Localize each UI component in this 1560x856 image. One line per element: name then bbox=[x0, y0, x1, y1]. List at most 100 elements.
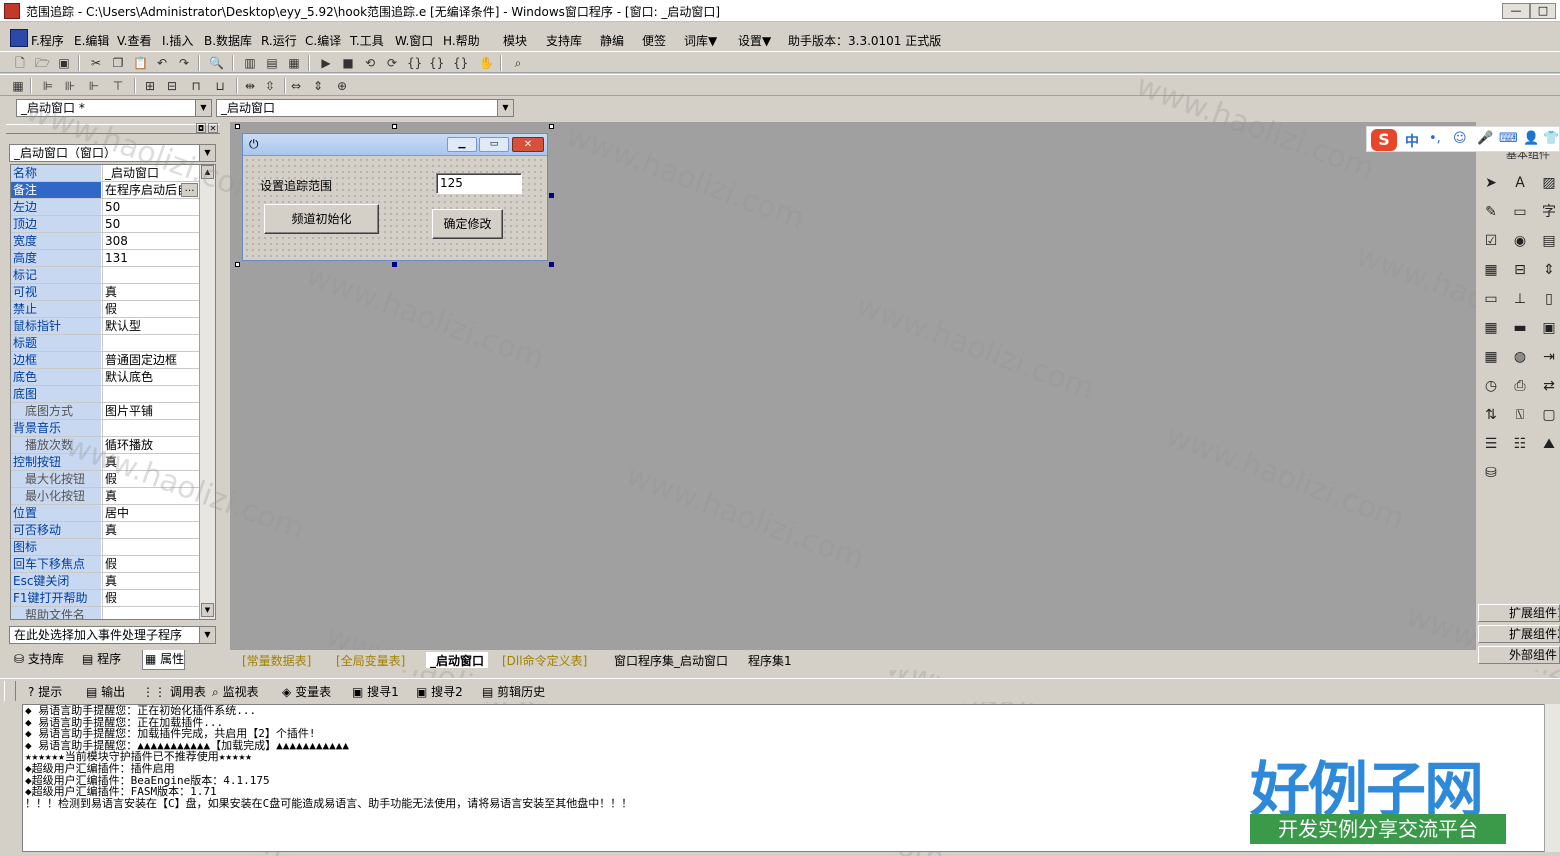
menu-notes[interactable]: 便签 bbox=[642, 32, 666, 49]
center-h-icon[interactable]: ⇔ bbox=[288, 78, 304, 94]
tab-watch[interactable]: ⌕ 监视表 bbox=[212, 683, 259, 700]
resize-handle[interactable] bbox=[549, 124, 554, 129]
globe-icon[interactable]: ◍ bbox=[1509, 347, 1531, 367]
tab-window-assembly[interactable]: 窗口程序集_启动窗口 bbox=[614, 652, 728, 668]
step4-icon[interactable]: {} bbox=[428, 55, 444, 71]
property-row[interactable]: 鼠标指针 默认型 bbox=[11, 318, 199, 335]
property-value[interactable]: 真 bbox=[102, 284, 199, 300]
property-value[interactable]: 假 bbox=[102, 590, 199, 606]
frame-icon[interactable]: ▭ bbox=[1509, 202, 1531, 222]
property-value[interactable]: 循环播放 bbox=[102, 437, 199, 453]
align-right-icon[interactable]: ⊩ bbox=[86, 78, 102, 94]
property-value[interactable]: 真 bbox=[102, 488, 199, 504]
emoji-icon[interactable]: ☺ bbox=[1453, 131, 1467, 146]
property-row[interactable]: 名称 _启动窗口 bbox=[11, 165, 199, 182]
step3-icon[interactable]: {} bbox=[406, 55, 422, 71]
resize-handle[interactable] bbox=[549, 193, 554, 198]
external-components-button[interactable]: 外部组件 bbox=[1478, 646, 1560, 664]
property-value[interactable] bbox=[102, 539, 199, 555]
odbc-icon[interactable]: ⛁ bbox=[1480, 463, 1502, 483]
ext-components-2-button[interactable]: 扩展组件2 bbox=[1478, 625, 1560, 643]
property-value[interactable]: 居中 bbox=[102, 505, 199, 521]
property-row[interactable]: 边框 普通固定边框 bbox=[11, 352, 199, 369]
property-row[interactable]: 标题 bbox=[11, 335, 199, 352]
tab-search-2[interactable]: ▣ 搜寻2 bbox=[416, 683, 463, 700]
save-icon[interactable]: ▣ bbox=[56, 55, 72, 71]
resize-handle[interactable] bbox=[235, 124, 240, 129]
property-value[interactable]: 50 bbox=[102, 216, 199, 232]
stack-icon[interactable]: ☷ bbox=[1509, 434, 1531, 454]
menu-tools[interactable]: T.工具 bbox=[350, 32, 384, 49]
stop-icon[interactable]: ■ bbox=[340, 55, 356, 71]
label-icon[interactable]: A bbox=[1509, 173, 1531, 193]
menu-database[interactable]: B.数据库 bbox=[204, 32, 252, 49]
step1-icon[interactable]: ⟲ bbox=[362, 55, 378, 71]
align-middle-icon[interactable]: ⊞ bbox=[142, 78, 158, 94]
radio-icon[interactable]: ◉ bbox=[1509, 231, 1531, 251]
property-row[interactable]: 图标 bbox=[11, 539, 199, 556]
step5-icon[interactable]: {} bbox=[452, 55, 468, 71]
property-row[interactable]: 底图 bbox=[11, 386, 199, 403]
align-bottom-icon[interactable]: ⊟ bbox=[164, 78, 180, 94]
menu-module[interactable]: 模块 bbox=[503, 32, 527, 49]
event-combo[interactable]: 在此处选择加入事件处理子程序 ▼ bbox=[9, 626, 216, 644]
property-row[interactable]: 禁止假 bbox=[11, 301, 199, 318]
chevron-down-icon[interactable]: ▼ bbox=[199, 145, 215, 161]
property-row[interactable]: Esc键关闭真 bbox=[11, 573, 199, 590]
binoculars-icon[interactable]: ⌕ bbox=[510, 55, 526, 71]
form-minimize-button[interactable]: ▁ bbox=[447, 137, 477, 152]
copy-icon[interactable]: ❐ bbox=[110, 55, 126, 71]
same-width-icon[interactable]: ⊓ bbox=[188, 78, 204, 94]
tabs-icon[interactable]: ⊟ bbox=[1509, 260, 1531, 280]
open-folder-icon[interactable]: 🗁 bbox=[34, 55, 50, 71]
property-row[interactable]: 顶边 50 bbox=[11, 216, 199, 233]
window-icon[interactable]: ▢ bbox=[1538, 405, 1560, 425]
property-row[interactable]: 标记 bbox=[11, 267, 199, 284]
space-v-icon[interactable]: ⇳ bbox=[262, 78, 278, 94]
property-row[interactable]: 回车下移焦点假 bbox=[11, 556, 199, 573]
panel-icon[interactable]: ▯ bbox=[1538, 289, 1560, 309]
property-row[interactable]: 宽度 308 bbox=[11, 233, 199, 250]
ext-components-1-button[interactable]: 扩展组件1 bbox=[1478, 604, 1560, 622]
sogou-logo-icon[interactable]: S bbox=[1371, 129, 1397, 151]
layout1-icon[interactable]: ▥ bbox=[242, 55, 258, 71]
property-row[interactable]: 播放次数 循环播放 bbox=[11, 437, 199, 454]
space-h-icon[interactable]: ⇹ bbox=[242, 78, 258, 94]
tab-search-1[interactable]: ▣ 搜寻1 bbox=[352, 683, 399, 700]
form-close-button[interactable]: ✕ bbox=[512, 137, 544, 152]
punctuation-icon[interactable]: •, bbox=[1429, 131, 1441, 146]
property-row[interactable]: F1键打开帮助假 bbox=[11, 590, 199, 607]
property-value[interactable] bbox=[102, 335, 199, 351]
timer-icon[interactable]: ◷ bbox=[1480, 376, 1502, 396]
property-value[interactable]: _启动窗口 bbox=[102, 165, 199, 181]
chevron-down-icon[interactable]: ▼ bbox=[199, 627, 215, 643]
undo-icon[interactable]: ↶ bbox=[154, 55, 170, 71]
property-row[interactable]: 背景音乐 bbox=[11, 420, 199, 437]
map-icon[interactable]: ⛰ bbox=[1538, 434, 1560, 454]
menu-insert[interactable]: I.插入 bbox=[162, 32, 193, 49]
property-value[interactable]: 假 bbox=[102, 556, 199, 572]
redo-icon[interactable]: ↷ bbox=[176, 55, 192, 71]
property-value[interactable]: 默认型 bbox=[102, 318, 199, 334]
resize-handle[interactable] bbox=[549, 262, 554, 267]
property-row[interactable]: 备注 在程序启动后自… bbox=[11, 182, 199, 199]
tab-properties[interactable]: ▦ 属性 bbox=[142, 650, 186, 670]
printer-icon[interactable]: ⎙ bbox=[1509, 376, 1531, 396]
property-row[interactable]: 最小化按钮真 bbox=[11, 488, 199, 505]
menu-help[interactable]: H.帮助 bbox=[443, 32, 480, 49]
layout2-icon[interactable]: ▤ bbox=[264, 55, 280, 71]
property-row[interactable]: 底色 默认底色 bbox=[11, 369, 199, 386]
user-icon[interactable]: 👤 bbox=[1523, 131, 1539, 146]
tab-variables[interactable]: ◈ 变量表 bbox=[282, 683, 331, 700]
scroll-down-icon[interactable]: ▼ bbox=[201, 603, 214, 617]
tab-assembly-1[interactable]: 程序集1 bbox=[748, 652, 792, 668]
property-value[interactable]: 假 bbox=[102, 471, 199, 487]
form-titlebar[interactable]: ⏻ ▁ ▭ ✕ bbox=[243, 134, 547, 156]
transfer-icon[interactable]: ⇄ bbox=[1538, 376, 1560, 396]
property-value[interactable]: 默认底色 bbox=[102, 369, 199, 385]
editbox-icon[interactable]: ✎ bbox=[1480, 202, 1502, 222]
resize-handle[interactable] bbox=[392, 124, 397, 129]
tab-dll-commands[interactable]: [Dll命令定义表] bbox=[502, 652, 587, 668]
property-row[interactable]: 左边 50 bbox=[11, 199, 199, 216]
network-icon[interactable]: ⇅ bbox=[1480, 405, 1502, 425]
